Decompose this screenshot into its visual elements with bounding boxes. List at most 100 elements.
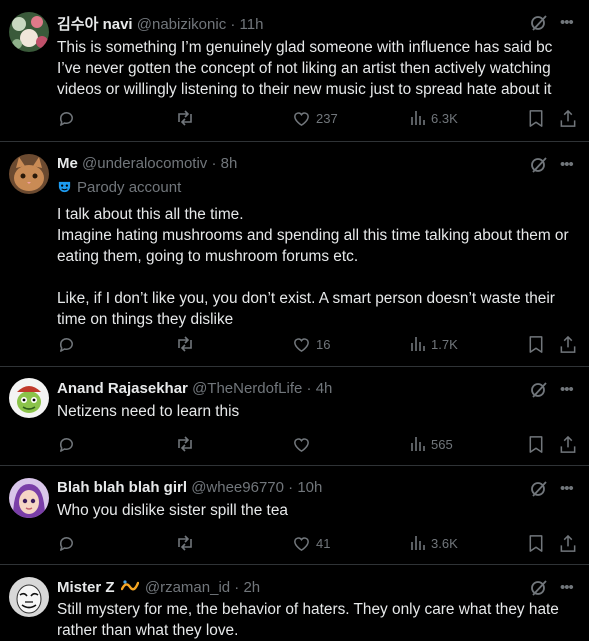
tweet-text: I talk about this all the time. Imagine … xyxy=(57,206,569,328)
grok-icon[interactable] xyxy=(530,480,548,498)
tweet-time[interactable]: 2h xyxy=(243,579,260,596)
avatar[interactable] xyxy=(9,378,49,418)
grok-icon[interactable] xyxy=(530,579,548,597)
retweet-icon xyxy=(178,535,192,551)
tweet-time[interactable]: 8h xyxy=(221,155,238,172)
more-options-icon[interactable]: ••• xyxy=(560,579,578,597)
views-icon xyxy=(411,536,425,550)
grok-icon[interactable] xyxy=(530,381,548,399)
tweet-time[interactable]: 4h xyxy=(316,380,333,397)
views-button[interactable]: 3.6K xyxy=(410,533,458,553)
tweet-time[interactable]: 10h xyxy=(297,479,322,496)
bookmark-button[interactable] xyxy=(527,334,545,354)
tweet-item[interactable]: Mister Z @rzaman_id · 2h ••• Still myste… xyxy=(0,565,589,640)
reply-button[interactable] xyxy=(57,434,76,454)
reply-icon xyxy=(59,536,73,551)
views-count: 1.7K xyxy=(431,336,458,352)
avatar-mask-icon xyxy=(9,577,49,617)
more-options-icon[interactable]: ••• xyxy=(560,156,578,174)
heart-icon xyxy=(294,111,309,126)
author-name[interactable]: Anand Rajasekhar xyxy=(57,380,188,397)
avatar-flowers-icon xyxy=(9,12,49,52)
tweet-actions: 565 xyxy=(0,434,589,454)
parody-label: Parody account xyxy=(77,179,182,196)
bookmark-icon xyxy=(529,335,543,353)
heart-icon xyxy=(294,337,309,352)
author-name[interactable]: Blah blah blah girl xyxy=(57,479,187,496)
tweet-actions: 16 1.7K xyxy=(0,334,589,354)
like-count: 237 xyxy=(316,110,338,126)
author-name[interactable]: 김수아 navi xyxy=(57,16,133,33)
separator: · xyxy=(211,155,217,172)
tweet-item[interactable]: Anand Rajasekhar @TheNerdofLife · 4h •••… xyxy=(0,367,589,466)
author-handle[interactable]: @whee96770 xyxy=(191,479,284,496)
tweet-text: This is something I’m genuinely glad som… xyxy=(57,39,553,98)
like-button[interactable] xyxy=(292,434,316,454)
share-icon xyxy=(560,109,576,127)
tweet-header: 김수아 navi @nabizikonic · 11h xyxy=(57,13,519,34)
grok-icon[interactable] xyxy=(530,156,548,174)
share-button[interactable] xyxy=(559,334,577,354)
retweet-button[interactable] xyxy=(175,334,195,354)
retweet-button[interactable] xyxy=(175,533,195,553)
reply-button[interactable] xyxy=(57,334,76,354)
separator: · xyxy=(288,479,294,496)
like-button[interactable]: 41 xyxy=(292,533,330,553)
share-button[interactable] xyxy=(559,434,577,454)
bookmark-button[interactable] xyxy=(527,434,545,454)
reply-icon xyxy=(59,437,73,452)
separator: · xyxy=(234,579,240,596)
tweet-actions: 41 3.6K xyxy=(0,533,589,553)
avatar-anime-icon xyxy=(9,478,49,518)
wave-emoji-icon xyxy=(120,580,139,591)
views-button[interactable]: 1.7K xyxy=(410,334,458,354)
author-name[interactable]: Me xyxy=(57,155,78,172)
bookmark-icon xyxy=(529,435,543,453)
views-button[interactable]: 6.3K xyxy=(410,108,458,128)
more-options-icon[interactable]: ••• xyxy=(560,480,578,498)
views-button[interactable]: 565 xyxy=(410,434,453,454)
like-button[interactable]: 237 xyxy=(292,108,338,128)
avatar[interactable] xyxy=(9,154,49,194)
reply-icon xyxy=(59,337,73,352)
share-icon xyxy=(560,534,576,552)
bookmark-icon xyxy=(529,109,543,127)
tweet-item[interactable]: 김수아 navi @nabizikonic · 11h ••• This is … xyxy=(0,0,589,142)
tweet-time[interactable]: 11h xyxy=(240,16,264,33)
like-button[interactable]: 16 xyxy=(292,334,330,354)
reply-button[interactable] xyxy=(57,108,76,128)
retweet-button[interactable] xyxy=(175,108,195,128)
reply-button[interactable] xyxy=(57,533,76,553)
tweet-text: Still mystery for me, the behavior of ha… xyxy=(57,601,559,639)
bookmark-button[interactable] xyxy=(527,533,545,553)
views-count: 6.3K xyxy=(431,110,458,126)
tweet-item[interactable]: Blah blah blah girl @whee96770 · 10h •••… xyxy=(0,466,589,565)
retweet-icon xyxy=(178,110,192,126)
share-button[interactable] xyxy=(559,108,577,128)
author-handle[interactable]: @TheNerdofLife xyxy=(192,380,302,397)
heart-icon xyxy=(294,536,309,551)
avatar-cat-icon xyxy=(9,154,49,194)
bookmark-button[interactable] xyxy=(527,108,545,128)
share-button[interactable] xyxy=(559,533,577,553)
more-options-icon[interactable]: ••• xyxy=(560,14,578,32)
author-handle[interactable]: @nabizikonic xyxy=(137,16,226,33)
author-handle[interactable]: @rzaman_id xyxy=(145,579,230,596)
retweet-button[interactable] xyxy=(175,434,195,454)
grok-icon[interactable] xyxy=(530,14,548,32)
author-name[interactable]: Mister Z xyxy=(57,579,115,596)
tweet-item[interactable]: Me @underalocomotiv · 8h ••• Parody acco… xyxy=(0,142,589,367)
avatar[interactable] xyxy=(9,12,49,52)
like-count: 41 xyxy=(316,535,331,551)
avatar[interactable] xyxy=(9,577,49,617)
more-options-icon[interactable]: ••• xyxy=(560,381,578,399)
separator: · xyxy=(230,16,236,33)
tweet-text: Who you dislike sister spill the tea xyxy=(57,502,288,519)
views-icon xyxy=(411,437,425,451)
avatar[interactable] xyxy=(9,478,49,518)
heart-icon xyxy=(294,437,309,452)
views-icon xyxy=(411,111,425,125)
tweet-header: Me @underalocomotiv · 8h xyxy=(57,155,519,172)
parody-mask-icon xyxy=(58,181,71,193)
author-handle[interactable]: @underalocomotiv xyxy=(82,155,207,172)
